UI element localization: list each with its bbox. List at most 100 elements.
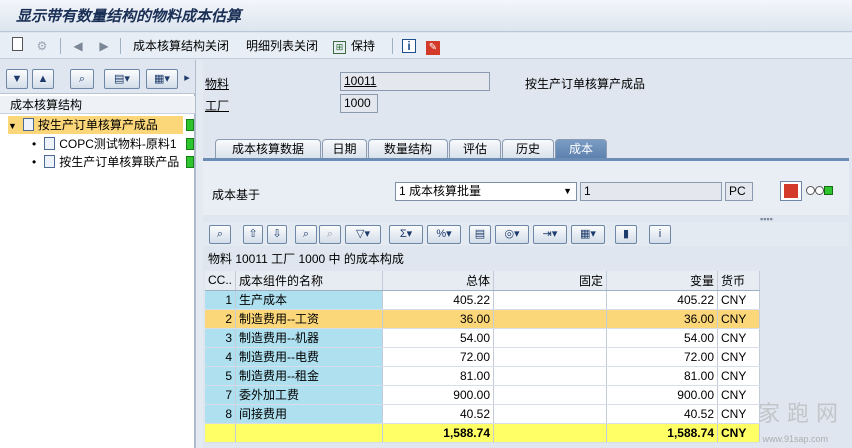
plant-label: 工厂: [205, 99, 230, 113]
cost-base-dropdown[interactable]: 1 成本核算批量 ▼: [395, 182, 577, 201]
keep-button[interactable]: 保持: [351, 37, 375, 55]
table-row[interactable]: 3 制造费用--机器 54.00 54.00 CNY: [205, 328, 760, 348]
dropdown-arrow-icon[interactable]: ▼: [563, 183, 572, 200]
new-document-icon[interactable]: [12, 37, 23, 55]
settings-icon: [784, 184, 798, 198]
other-object-icon[interactable]: ⚙: [34, 37, 50, 55]
table-row[interactable]: 1 生产成本 405.22 405.22 CNY: [205, 290, 760, 310]
cost-display-settings-button[interactable]: [780, 181, 802, 201]
cell-fixed: [493, 404, 607, 424]
material-description: 按生产订单核算产成品: [525, 77, 646, 91]
tab-costing-data[interactable]: 成本核算数据: [215, 139, 321, 159]
column-header-total[interactable]: 总体: [382, 271, 494, 291]
tree-node-root[interactable]: ▼ 按生产订单核算产成品: [8, 116, 183, 134]
cell-variable-sum: 1,588.74: [606, 423, 718, 443]
document-icon: [22, 118, 34, 131]
expand-all-button[interactable]: ▼: [6, 69, 28, 89]
cell-variable: 54.00: [606, 328, 718, 348]
cell-currency: CNY: [717, 290, 760, 310]
status-green-icon: [186, 138, 194, 150]
cell-fixed: [493, 290, 607, 310]
tab-history[interactable]: 历史: [502, 139, 554, 159]
cost-base-selected: 1 成本核算批量: [399, 184, 482, 198]
window-title: 显示带有数量结构的物料成本估算: [16, 7, 242, 25]
cell-variable: 36.00: [606, 309, 718, 329]
cell-currency: CNY: [717, 309, 760, 329]
cost-base-unit[interactable]: PC: [725, 182, 753, 201]
table-row[interactable]: 8 间接费用 40.52 40.52 CNY: [205, 404, 760, 424]
print-icon[interactable]: ▤▾: [104, 69, 140, 89]
find-icon[interactable]: ⌕: [70, 69, 94, 89]
sort-ascending-icon[interactable]: ⇧: [243, 225, 263, 244]
tab-costs[interactable]: 成本: [555, 139, 607, 159]
next-icon[interactable]: ▶: [96, 37, 112, 55]
column-header-fixed[interactable]: 固定: [493, 271, 607, 291]
material-field[interactable]: 10011: [340, 72, 490, 91]
tree-node-label: 按生产订单核算联产品: [59, 155, 180, 169]
table-row[interactable]: 7 委外加工费 900.00 900.00 CNY: [205, 385, 760, 405]
column-header-cc[interactable]: CC..: [205, 271, 236, 291]
layout-icon[interactable]: ▦▾: [571, 225, 605, 244]
filter-icon[interactable]: ▽▾: [345, 225, 381, 244]
settings-icon[interactable]: ✎: [426, 37, 440, 55]
sum-icon[interactable]: Σ▾: [389, 225, 423, 244]
graphic-icon[interactable]: ▮: [615, 225, 637, 244]
layout-icon[interactable]: ▦▾: [146, 69, 178, 89]
document-icon: [44, 137, 56, 150]
column-header-name[interactable]: 成本组件的名称: [235, 271, 383, 291]
cell-currency: CNY: [717, 404, 760, 424]
collapse-all-button[interactable]: ▲: [32, 69, 54, 89]
tree-node-child[interactable]: • COPC测试物料-原料1: [32, 135, 177, 153]
toolbar-separator: [392, 38, 393, 54]
cell-cc: 2: [205, 309, 236, 329]
caret-down-icon[interactable]: ▼: [8, 121, 17, 131]
subtotal-icon[interactable]: %▾: [427, 225, 461, 244]
previous-icon[interactable]: ◀: [70, 37, 86, 55]
tree-node-label: COPC测试物料-原料1: [59, 137, 177, 151]
material-label: 物料: [205, 77, 230, 91]
find-next-icon[interactable]: ⌕: [319, 225, 341, 244]
cell-name: 制造费用--电费: [235, 347, 383, 367]
tab-valuation[interactable]: 评估: [449, 139, 501, 159]
print-icon[interactable]: ▤: [469, 225, 491, 244]
cell-name: 委外加工费: [235, 385, 383, 405]
column-header-currency[interactable]: 货币: [717, 271, 760, 291]
cell-currency-sum: CNY: [717, 423, 760, 443]
cell-fixed: [493, 385, 607, 405]
cost-components-table: CC.. 成本组件的名称 总体 固定 变量 货币 1 生产成本 405.22 4…: [205, 271, 760, 443]
close-detail-list-button[interactable]: 明细列表关闭: [246, 37, 318, 55]
keep-icon[interactable]: ⊞: [333, 37, 346, 55]
status-green-icon: [186, 119, 194, 131]
status-light-green-icon: [824, 186, 833, 195]
info-icon[interactable]: i: [402, 37, 416, 55]
cost-base-qty[interactable]: 1: [580, 182, 722, 201]
grid-title: 物料 10011 工厂 1000 中 的成本构成: [208, 252, 404, 266]
table-row[interactable]: 4 制造费用--电费 72.00 72.00 CNY: [205, 347, 760, 367]
column-header-variable[interactable]: 变量: [606, 271, 718, 291]
tab-quantity-structure[interactable]: 数量结构: [368, 139, 448, 159]
find-icon[interactable]: ⌕: [295, 225, 317, 244]
toolbar-separator: [60, 38, 61, 54]
close-cost-structure-button[interactable]: 成本核算结构关闭: [133, 37, 229, 55]
table-row[interactable]: 5 制造费用--租金 81.00 81.00 CNY: [205, 366, 760, 386]
views-icon[interactable]: ◎▾: [495, 225, 529, 244]
cell-currency: CNY: [717, 385, 760, 405]
cell-fixed: [493, 347, 607, 367]
table-row[interactable]: 2 制造费用--工资 36.00 36.00 CNY: [205, 309, 760, 329]
more-arrow-icon[interactable]: ▸: [181, 69, 193, 89]
splitter-scrollbar[interactable]: [195, 60, 203, 448]
tree-node-child[interactable]: • 按生产订单核算联产品: [32, 153, 179, 171]
cell-variable: 81.00: [606, 366, 718, 386]
tab-dates[interactable]: 日期: [322, 139, 367, 159]
info-icon[interactable]: i: [649, 225, 671, 244]
cell-currency: CNY: [717, 347, 760, 367]
plant-field[interactable]: 1000: [340, 94, 378, 113]
export-icon[interactable]: ⇥▾: [533, 225, 567, 244]
sort-descending-icon[interactable]: ⇩: [267, 225, 287, 244]
cell-name: 制造费用--工资: [235, 309, 383, 329]
details-icon[interactable]: ⌕: [209, 225, 231, 244]
application-toolbar: ⚙ ◀ ▶ 成本核算结构关闭 明细列表关闭 ⊞ 保持 i ✎: [0, 33, 852, 59]
cell-total: 72.00: [382, 347, 494, 367]
cell-total: 405.22: [382, 290, 494, 310]
table-total-row[interactable]: 1,588.74 1,588.74 CNY: [205, 423, 760, 443]
